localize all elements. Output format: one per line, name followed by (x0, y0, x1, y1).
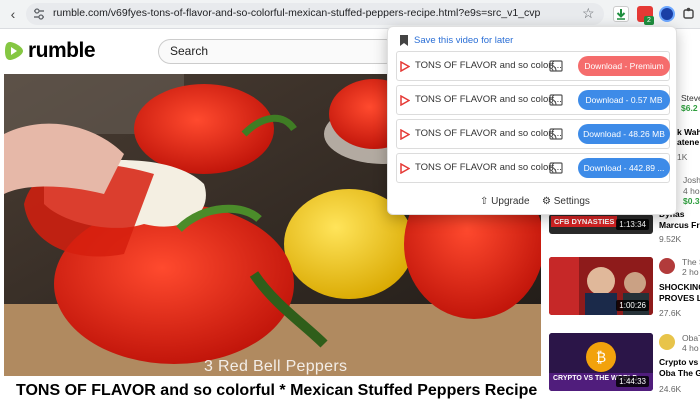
svg-text:₿: ₿ (596, 350, 606, 366)
channel-name[interactable]: ObaT (682, 333, 700, 343)
video-age: 2 ho (682, 267, 699, 277)
download-row-title: TONS OF FLAVOR and so colorf... (415, 94, 562, 105)
settings-link[interactable]: ⚙ Settings (542, 196, 590, 207)
settings-label[interactable]: Settings (554, 196, 590, 207)
upgrade-label[interactable]: Upgrade (491, 196, 529, 207)
side-partial-text: Josh (683, 175, 700, 185)
side-partial-text: 1K (677, 152, 688, 162)
video-title: TONS OF FLAVOR and so colorful * Mexican… (16, 382, 538, 399)
extension-video-downloader-icon[interactable] (659, 6, 675, 22)
cast-icon[interactable] (549, 60, 563, 73)
side-partial-text: atene (677, 137, 700, 147)
upgrade-icon: ⇧ (480, 196, 489, 207)
video-duration: 1:13:34 (616, 219, 649, 230)
side-partial-text: $0.3 (683, 196, 700, 206)
video-caption: 3 Red Bell Peppers (204, 358, 348, 375)
extension-download-icon[interactable] (613, 6, 629, 22)
download-row: TONS OF FLAVOR and so colorf... Download… (396, 153, 670, 183)
video-duration: 1:44:33 (616, 376, 649, 387)
popup-footer: ⇧ Upgrade ⚙ Settings (388, 194, 678, 210)
channel-avatar[interactable] (659, 258, 675, 274)
download-row-title: TONS OF FLAVOR and so colorf... (415, 128, 562, 139)
extension-badge: 2 (644, 16, 654, 25)
side-video-title[interactable]: PROVES L (659, 293, 700, 303)
rumble-logo-icon[interactable] (4, 40, 24, 62)
side-video-title[interactable]: Oba The G (659, 368, 700, 378)
url-text[interactable]: rumble.com/v69fyes-tons-of-flavor-and-so… (53, 7, 540, 19)
channel-name[interactable]: The S (682, 257, 700, 267)
side-video-thumbnail[interactable]: CFB DYNASTIES 1:13:34 (549, 214, 653, 234)
download-extension-popup: Save this video for later TONS OF FLAVOR… (387, 26, 677, 215)
side-video-views: 27.6K (659, 308, 682, 318)
play-icon[interactable] (400, 61, 410, 72)
side-partial-text: 4 ho (683, 186, 700, 196)
download-row: TONS OF FLAVOR and so colorf... Download… (396, 85, 670, 115)
download-button[interactable]: Download - 48.26 MB (578, 124, 670, 144)
rumble-logo-text[interactable]: rumble (28, 39, 96, 63)
gear-icon: ⚙ (542, 196, 551, 207)
side-video-title: Marcus Fr (659, 220, 700, 230)
side-partial-text: $6.2 (681, 103, 698, 113)
video-duration: 1:00:26 (616, 300, 649, 311)
download-row: TONS OF FLAVOR and so colorf... Download… (396, 119, 670, 149)
play-icon[interactable] (400, 129, 410, 140)
extensions-puzzle-icon[interactable] (682, 6, 698, 22)
site-settings-icon[interactable] (32, 7, 46, 21)
download-button[interactable]: Download - 442.89 ... (578, 158, 670, 178)
video-age: 4 ho (682, 343, 699, 353)
side-video-views: 9.52K (659, 234, 682, 244)
save-for-later-label[interactable]: Save this video for later (414, 35, 513, 46)
download-button[interactable]: Download - 0.57 MB (578, 90, 670, 110)
cast-icon[interactable] (549, 162, 563, 175)
back-icon[interactable]: ‹ (4, 5, 22, 23)
bookmark-icon (400, 35, 408, 46)
bookmark-star-icon[interactable]: ☆ (582, 5, 595, 22)
download-row-title: TONS OF FLAVOR and so colorf... (415, 162, 562, 173)
side-partial-text: k Wahl (677, 127, 700, 137)
side-video-views: 24.6K (659, 384, 682, 394)
download-premium-button[interactable]: Download - Premium (578, 56, 670, 76)
side-video-thumbnail[interactable]: ₿ CRYPTO VS THE WORLD 1:44:33 (549, 333, 653, 391)
download-row: TONS OF FLAVOR and so colorf... Download… (396, 51, 670, 81)
channel-avatar[interactable] (659, 334, 675, 350)
side-video-title[interactable]: SHOCKING (659, 282, 700, 292)
play-icon[interactable] (400, 95, 410, 106)
cast-icon[interactable] (549, 94, 563, 107)
side-partial-text: Steve (681, 93, 700, 103)
thumb-label: CFB DYNASTIES (551, 216, 618, 227)
download-row-title: TONS OF FLAVOR and so colorf... (415, 60, 562, 71)
side-video-thumbnail[interactable]: 1:00:26 (549, 257, 653, 315)
cast-icon[interactable] (549, 128, 563, 141)
side-video-title[interactable]: Crypto vs (659, 357, 698, 367)
play-icon[interactable] (400, 163, 410, 174)
upgrade-link[interactable]: ⇧ Upgrade (480, 196, 530, 207)
search-placeholder[interactable]: Search (170, 44, 208, 58)
